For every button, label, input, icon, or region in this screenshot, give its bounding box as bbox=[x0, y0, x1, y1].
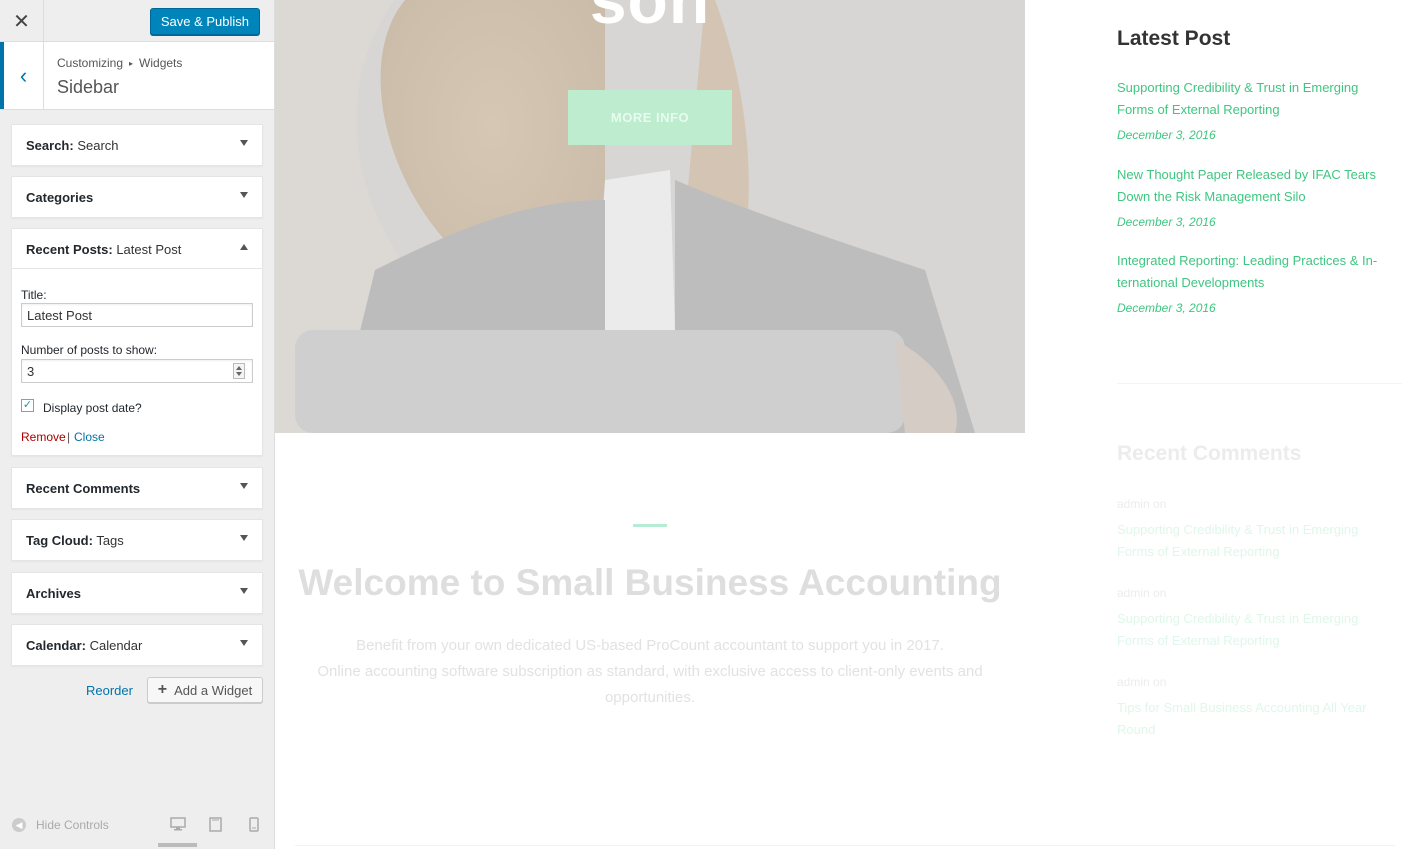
widget-name: Recent Comments bbox=[26, 481, 141, 496]
widget-recent-posts: Recent Posts: Latest Post bbox=[11, 228, 263, 456]
comment-meta: admin on bbox=[1117, 497, 1167, 511]
recent-comments-heading: Recent Comments bbox=[1117, 442, 1302, 465]
widget-recent-posts-header[interactable]: Recent Posts: Latest Post bbox=[12, 229, 262, 269]
welcome-line: Online accounting software subscription … bbox=[317, 663, 983, 706]
widget-name: Search: bbox=[26, 138, 74, 153]
widget-categories-header[interactable]: Categories bbox=[12, 177, 262, 217]
link-separator: | bbox=[67, 430, 71, 444]
widget-tag-cloud: Tag Cloud: Tags bbox=[11, 519, 263, 561]
desktop-preview-icon[interactable] bbox=[170, 817, 186, 834]
latest-post-heading: Latest Post bbox=[1117, 27, 1231, 50]
reorder-link[interactable]: Reorder bbox=[86, 683, 133, 698]
section-accent-line bbox=[633, 524, 667, 527]
hide-controls-label: Hide Controls bbox=[36, 818, 109, 832]
stepper-up-icon[interactable] bbox=[236, 366, 242, 370]
comment-post-link[interactable]: Supporting Credibility & Trust in Emergi… bbox=[1117, 519, 1402, 563]
widget-search: Search: Search bbox=[11, 124, 263, 166]
title-input[interactable] bbox=[21, 303, 253, 327]
number-stepper[interactable] bbox=[233, 363, 245, 379]
number-of-posts-input[interactable] bbox=[21, 359, 253, 383]
breadcrumb: Customizing ▸ Widgets bbox=[57, 56, 182, 70]
site-preview: son MORE INFO Welcome to Small Business … bbox=[275, 0, 1419, 849]
widget-archives-header[interactable]: Archives bbox=[12, 573, 262, 613]
active-device-indicator bbox=[158, 843, 197, 847]
mobile-preview-icon[interactable] bbox=[249, 817, 259, 835]
widget-subtitle: Search bbox=[77, 138, 119, 153]
post-date: December 3, 2016 bbox=[1117, 301, 1216, 315]
divider bbox=[1117, 383, 1402, 384]
hero-background-image bbox=[275, 0, 1025, 433]
hide-controls-button[interactable]: ◀ Hide Controls bbox=[12, 818, 109, 832]
widget-categories: Categories bbox=[11, 176, 263, 218]
close-icon: ✕ bbox=[13, 10, 30, 33]
widget-name: Calendar: bbox=[26, 638, 86, 653]
expand-arrow-icon[interactable] bbox=[240, 483, 248, 489]
widget-name: Categories bbox=[26, 190, 94, 205]
plus-icon: + bbox=[157, 681, 168, 698]
close-customizer-button[interactable]: ✕ bbox=[0, 0, 44, 42]
section-title: Sidebar bbox=[57, 77, 120, 97]
welcome-heading: Welcome to Small Business Accounting bbox=[298, 562, 1002, 603]
widget-subtitle: Tags bbox=[96, 533, 124, 548]
expand-arrow-icon[interactable] bbox=[240, 588, 248, 594]
expand-arrow-icon[interactable] bbox=[240, 140, 248, 146]
widget-name: Archives bbox=[26, 586, 81, 601]
tablet-preview-icon[interactable] bbox=[209, 817, 222, 835]
comment-post-link[interactable]: Supporting Credibility & Trust in Emergi… bbox=[1117, 608, 1402, 652]
customizer-sidebar: ✕ Save & Publish ‹ Customizing ▸ Widgets S… bbox=[0, 0, 275, 849]
welcome-line: Benefit from your own dedicated US-based… bbox=[356, 637, 944, 654]
post-date: December 3, 2016 bbox=[1117, 215, 1216, 229]
remove-widget-link[interactable]: Remove bbox=[21, 430, 66, 444]
post-link[interactable]: New Thought Paper Released by IFAC Tears… bbox=[1117, 164, 1402, 208]
widget-subtitle: Calendar bbox=[89, 638, 143, 653]
collapse-arrow-icon[interactable] bbox=[240, 244, 248, 250]
widget-calendar-header[interactable]: Calendar: Calendar bbox=[12, 625, 262, 665]
hero-title: son bbox=[589, 0, 711, 37]
post-link[interactable]: Supporting Credibility & Trust in Emergi… bbox=[1117, 77, 1402, 121]
widget-recent-comments-header[interactable]: Recent Comments bbox=[12, 468, 262, 508]
post-link[interactable]: Integrated Reporting: Leading Practices … bbox=[1117, 250, 1402, 294]
widget-name: Recent Posts: bbox=[26, 242, 113, 257]
chevron-left-icon: ‹ bbox=[19, 62, 28, 88]
expand-arrow-icon[interactable] bbox=[240, 535, 248, 541]
expand-arrow-icon[interactable] bbox=[240, 640, 248, 646]
comment-meta: admin on bbox=[1117, 675, 1167, 689]
collapse-icon: ◀ bbox=[12, 818, 26, 832]
post-date: December 3, 2016 bbox=[1117, 128, 1216, 142]
expand-arrow-icon[interactable] bbox=[240, 192, 248, 198]
display-post-date-checkbox[interactable]: ✓ bbox=[21, 399, 34, 412]
more-info-button[interactable]: MORE INFO bbox=[568, 90, 732, 145]
add-widget-label: Add a Widget bbox=[174, 682, 253, 698]
preview-sidebar: Latest Post Supporting Credibility & Tru… bbox=[1117, 0, 1407, 849]
breadcrumb-root: Customizing bbox=[57, 56, 124, 70]
hero-banner: son MORE INFO bbox=[275, 0, 1025, 433]
widget-archives: Archives bbox=[11, 572, 263, 614]
widget-name: Tag Cloud: bbox=[26, 533, 93, 548]
footer-divider bbox=[295, 845, 1395, 846]
welcome-text: Benefit from your own dedicated US-based… bbox=[295, 633, 1005, 711]
display-post-date-label: Display post date? bbox=[43, 401, 142, 415]
save-publish-button[interactable]: Save & Publish bbox=[149, 8, 260, 35]
back-button[interactable]: ‹ bbox=[0, 42, 44, 109]
widget-search-header[interactable]: Search: Search bbox=[12, 125, 262, 165]
customizer-footer: ◀ Hide Controls bbox=[0, 808, 274, 849]
number-of-posts-label: Number of posts to show: bbox=[21, 343, 158, 357]
section-header: ‹ Customizing ▸ Widgets Sidebar bbox=[0, 42, 274, 110]
customizer-header: ✕ Save & Publish bbox=[0, 0, 274, 42]
widget-recent-comments: Recent Comments bbox=[11, 467, 263, 509]
add-widget-button[interactable]: + Add a Widget bbox=[147, 677, 263, 703]
breadcrumb-separator-icon: ▸ bbox=[129, 59, 134, 68]
stepper-down-icon[interactable] bbox=[236, 372, 242, 376]
breadcrumb-current: Widgets bbox=[139, 56, 183, 70]
comment-post-link[interactable]: Tips for Small Business Accounting All Y… bbox=[1117, 697, 1402, 741]
comment-meta: admin on bbox=[1117, 586, 1167, 600]
widget-subtitle: Latest Post bbox=[116, 242, 182, 257]
widget-calendar: Calendar: Calendar bbox=[11, 624, 263, 666]
close-widget-link[interactable]: Close bbox=[74, 430, 105, 444]
widget-tag-cloud-header[interactable]: Tag Cloud: Tags bbox=[12, 520, 262, 560]
title-label: Title: bbox=[21, 288, 47, 302]
